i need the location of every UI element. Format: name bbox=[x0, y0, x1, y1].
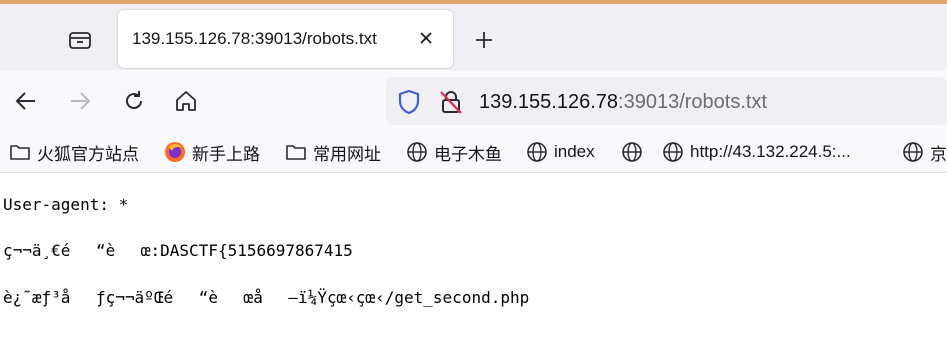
tab-close-button[interactable] bbox=[414, 26, 438, 50]
new-tab-button[interactable] bbox=[469, 25, 499, 55]
bookmark-jing[interactable]: 京 bbox=[902, 132, 947, 172]
bookmark-label: index bbox=[554, 142, 595, 161]
bookmark-label: 火狐官方站点 bbox=[37, 144, 139, 164]
navigation-toolbar: 139.155.126.78:39013/robots.txt bbox=[0, 70, 947, 132]
back-arrow-icon bbox=[15, 92, 35, 110]
back-button[interactable] bbox=[9, 84, 43, 118]
url-path: :39013/robots.txt bbox=[618, 91, 768, 113]
globe-icon bbox=[903, 142, 923, 162]
bookmark-folder-common-sites[interactable]: 常用网址 bbox=[285, 132, 381, 172]
tab-title: 139.155.126.78:39013/robots.txt bbox=[132, 29, 377, 48]
close-icon bbox=[420, 32, 432, 44]
tab-active[interactable]: 139.155.126.78:39013/robots.txt bbox=[118, 10, 453, 68]
plus-icon bbox=[476, 32, 492, 48]
forward-arrow-icon bbox=[71, 92, 91, 110]
folder-icon bbox=[10, 145, 30, 160]
url-text[interactable]: 139.155.126.78:39013/robots.txt bbox=[479, 91, 767, 114]
home-icon bbox=[176, 91, 196, 111]
globe-icon bbox=[622, 142, 642, 162]
reload-button[interactable] bbox=[117, 84, 151, 118]
reload-icon bbox=[126, 91, 142, 109]
tab-list-icon bbox=[69, 32, 91, 49]
folder-icon bbox=[286, 145, 306, 160]
bookmark-label: 新手上路 bbox=[192, 144, 260, 164]
bookmark-label: http://43.132.224.5:... bbox=[690, 142, 851, 161]
bookmark-label: 电子木鱼 bbox=[434, 144, 502, 164]
robots-line-user-agent: User-agent: * bbox=[3, 195, 129, 214]
globe-icon bbox=[407, 142, 427, 162]
insecure-lock-icon[interactable] bbox=[438, 89, 464, 115]
bookmark-folder-firefox-official[interactable]: 火狐官方站点 bbox=[9, 132, 139, 172]
bookmark-electronic-fish[interactable]: 电子木鱼 bbox=[406, 132, 502, 172]
robots-line-second-hint: è¿˜æƒ³åƒç¬¬äºŒé“èœå–ï¼Ÿçœ‹çœ‹/ge… bbox=[3, 288, 530, 307]
bookmark-label: 常用网址 bbox=[313, 144, 381, 164]
tab-list-button[interactable] bbox=[63, 25, 97, 55]
home-button[interactable] bbox=[169, 84, 203, 118]
globe-icon bbox=[527, 142, 547, 162]
bookmark-unnamed[interactable] bbox=[621, 132, 649, 172]
bookmark-ip-link[interactable]: http://43.132.224.5:... bbox=[662, 132, 851, 172]
bookmark-label: 京 bbox=[930, 144, 947, 164]
bookmarks-toolbar: 火狐官方站点 新手上路 常用网址 电子木鱼 index http://43.13… bbox=[0, 132, 947, 173]
globe-icon bbox=[663, 142, 683, 162]
url-host: 139.155.126.78 bbox=[479, 91, 619, 113]
tab-strip: 139.155.126.78:39013/robots.txt bbox=[0, 4, 947, 70]
bookmark-getting-started[interactable]: 新手上路 bbox=[164, 132, 260, 172]
robots-line-flag-part-one: ç¬¬ä¸€é“èœ:DASCTF{5156697867415 bbox=[3, 241, 353, 260]
forward-button[interactable] bbox=[63, 84, 97, 118]
address-bar[interactable]: 139.155.126.78:39013/robots.txt bbox=[386, 77, 947, 125]
shield-icon[interactable] bbox=[396, 89, 422, 115]
bookmark-index[interactable]: index bbox=[526, 132, 595, 172]
firefox-icon bbox=[165, 142, 185, 162]
